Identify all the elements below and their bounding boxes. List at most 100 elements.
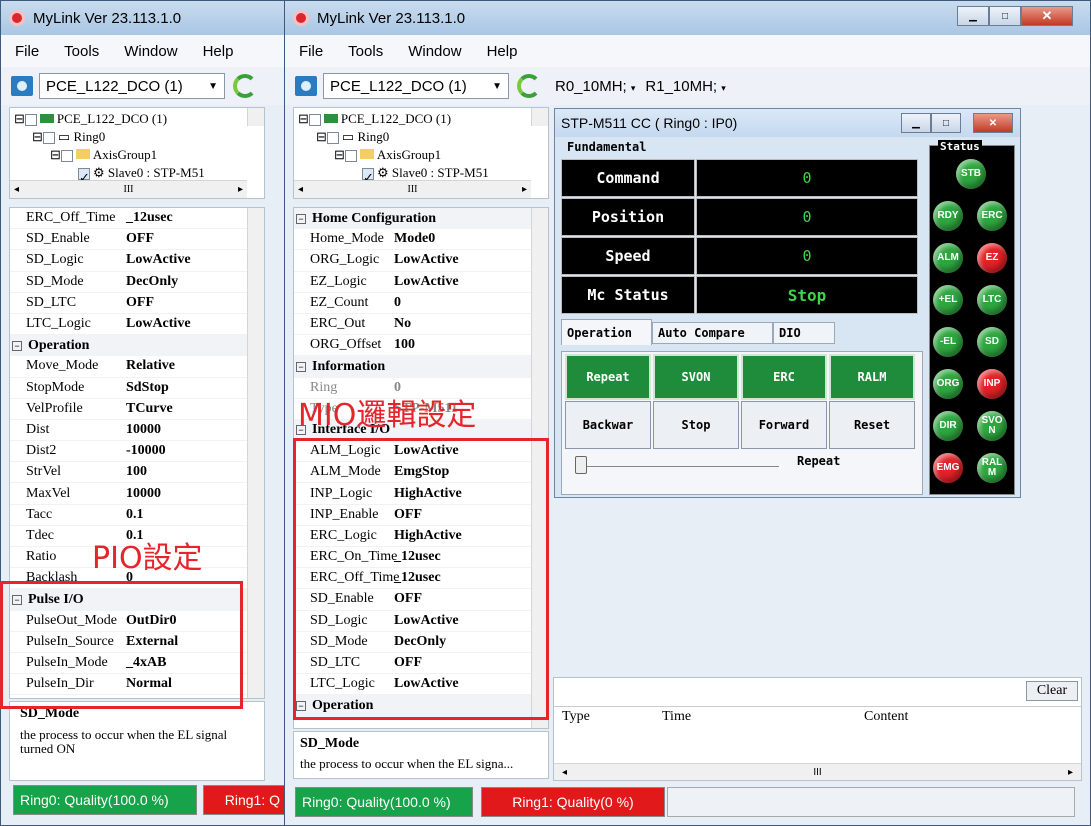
property-row[interactable]: Dist2 -10000 [10, 441, 264, 463]
property-row[interactable]: ORG_Offset 100 [294, 335, 548, 357]
collapse-icon[interactable]: − [296, 361, 306, 372]
col-type[interactable]: Type [562, 709, 590, 725]
ralm-button[interactable]: RALM [829, 354, 915, 400]
section-operation[interactable]: − Operation [10, 335, 264, 357]
property-row[interactable]: Tacc 0.1 [10, 505, 264, 526]
menu-window[interactable]: Window [110, 43, 188, 60]
section-information[interactable]: − Information [294, 356, 548, 378]
menu-help[interactable]: Help [189, 43, 245, 60]
backwar-button[interactable]: Backwar [565, 401, 651, 449]
refresh-icon[interactable] [233, 74, 257, 98]
repeat-button[interactable]: Repeat [565, 354, 651, 400]
property-value[interactable]: SdStop [126, 380, 169, 396]
property-row[interactable]: StrVel 100 [10, 462, 264, 484]
property-row[interactable]: VelProfile TCurve [10, 399, 264, 420]
menu-window[interactable]: Window [394, 43, 472, 60]
scroll-left-icon[interactable]: ◂ [298, 181, 303, 199]
collapse-icon[interactable]: − [296, 213, 306, 224]
tree-item-device[interactable]: ⊟ PCE_L122_DCO (1) [14, 110, 260, 128]
property-value[interactable]: LowActive [126, 316, 191, 332]
clear-button[interactable]: Clear [1026, 681, 1078, 701]
scroll-right-icon[interactable]: ▸ [1068, 767, 1073, 778]
scroll-right-icon[interactable]: ▸ [238, 181, 243, 199]
section-home-configuration[interactable]: − Home Configuration [294, 208, 548, 230]
tree-item-ring[interactable]: ⊟ ▭ Ring0 [298, 128, 544, 146]
checkbox[interactable]: ✓ [78, 168, 90, 185]
scroll-right-icon[interactable]: ▸ [522, 181, 527, 199]
property-row[interactable]: ORG_Logic LowActive [294, 250, 548, 272]
tree-item-ring[interactable]: ⊟ ▭ Ring0 [14, 128, 260, 146]
tree-hscroll[interactable]: ◂ III ▸ [10, 180, 247, 198]
scroll-left-icon[interactable]: ◂ [14, 181, 19, 199]
tree-item-device[interactable]: ⊟ PCE_L122_DCO (1) [298, 110, 544, 128]
forward-button[interactable]: Forward [741, 401, 827, 449]
tab-auto-compare[interactable]: Auto Compare [652, 322, 773, 344]
ring0-rate-select[interactable]: R0_10MH; ▾ [555, 78, 635, 95]
property-row[interactable]: SD_Enable OFF [10, 229, 264, 251]
property-value[interactable]: DecOnly [126, 274, 178, 290]
property-value[interactable]: 10000 [126, 422, 161, 438]
menu-file[interactable]: File [1, 43, 50, 60]
property-value[interactable]: LowActive [394, 252, 459, 268]
stop-button[interactable]: Stop [653, 401, 739, 449]
menu-help[interactable]: Help [473, 43, 529, 60]
property-value[interactable]: 0 [394, 295, 401, 311]
device-select[interactable]: PCE_L122_DCO (1) ▼ [39, 73, 225, 99]
axis-close-button[interactable]: ✕ [973, 113, 1013, 133]
svon-button[interactable]: SVON [653, 354, 739, 400]
scroll-left-icon[interactable]: ◂ [562, 767, 567, 778]
property-value[interactable]: 0.1 [126, 507, 144, 523]
maximize-button[interactable]: □ [989, 6, 1021, 26]
col-time[interactable]: Time [662, 709, 691, 725]
scan-icon[interactable] [11, 76, 33, 96]
property-value[interactable]: _12usec [126, 210, 173, 226]
property-row[interactable]: MaxVel 10000 [10, 483, 264, 505]
checkbox[interactable]: ✓ [362, 168, 374, 185]
checkbox[interactable] [24, 114, 37, 127]
scan-icon[interactable] [295, 76, 317, 96]
property-value[interactable]: 100 [394, 337, 415, 353]
menu-tools[interactable]: Tools [50, 43, 110, 60]
property-row[interactable]: EZ_Count 0 [294, 293, 548, 314]
slider-thumb[interactable] [575, 456, 587, 474]
repeat-slider[interactable] [577, 466, 779, 467]
axis-maximize-button[interactable]: □ [931, 113, 961, 133]
checkbox[interactable] [60, 150, 73, 163]
scroll-thumb[interactable]: III [813, 767, 821, 778]
property-row[interactable]: ERC_Out No [294, 314, 548, 336]
property-row[interactable]: Home_Mode Mode0 [294, 229, 548, 251]
scroll-thumb[interactable]: III [408, 181, 418, 199]
property-row[interactable]: ERC_Off_Time _12usec [10, 208, 264, 230]
menu-file[interactable]: File [285, 43, 334, 60]
tree-vscroll[interactable] [531, 108, 548, 126]
tab-operation[interactable]: Operation [561, 319, 652, 345]
tab-dio[interactable]: DIO [773, 322, 835, 344]
log-hscroll[interactable]: ◂ III ▸ [554, 763, 1081, 780]
property-value[interactable]: Relative [126, 358, 175, 374]
ring1-rate-select[interactable]: R1_10MH; ▾ [645, 78, 725, 95]
property-value[interactable]: LowActive [394, 274, 459, 290]
refresh-icon[interactable] [517, 74, 541, 98]
property-row[interactable]: EZ_Logic LowActive [294, 272, 548, 293]
property-row[interactable]: StopMode SdStop [10, 378, 264, 399]
menu-tools[interactable]: Tools [334, 43, 394, 60]
property-row[interactable]: Move_Mode Relative [10, 356, 264, 378]
tree-item-group[interactable]: ⊟ AxisGroup1 [298, 146, 544, 164]
minimize-button[interactable]: ▁ [957, 6, 989, 26]
property-value[interactable]: No [394, 316, 411, 332]
checkbox[interactable] [308, 114, 321, 127]
property-value[interactable]: Mode0 [394, 231, 435, 247]
col-content[interactable]: Content [864, 709, 908, 725]
collapse-icon[interactable]: − [12, 340, 22, 351]
property-row[interactable]: SD_Mode DecOnly [10, 272, 264, 293]
property-row[interactable]: LTC_Logic LowActive [10, 314, 264, 336]
scroll-thumb[interactable]: III [124, 181, 134, 199]
property-value[interactable]: -10000 [126, 443, 166, 459]
property-value[interactable]: OFF [126, 231, 154, 247]
property-row[interactable]: SD_LTC OFF [10, 293, 264, 314]
erc-button[interactable]: ERC [741, 354, 827, 400]
property-row[interactable]: Dist 10000 [10, 420, 264, 442]
property-value[interactable]: TCurve [126, 401, 173, 417]
close-button[interactable]: ✕ [1021, 6, 1073, 26]
property-value[interactable]: 10000 [126, 486, 161, 502]
